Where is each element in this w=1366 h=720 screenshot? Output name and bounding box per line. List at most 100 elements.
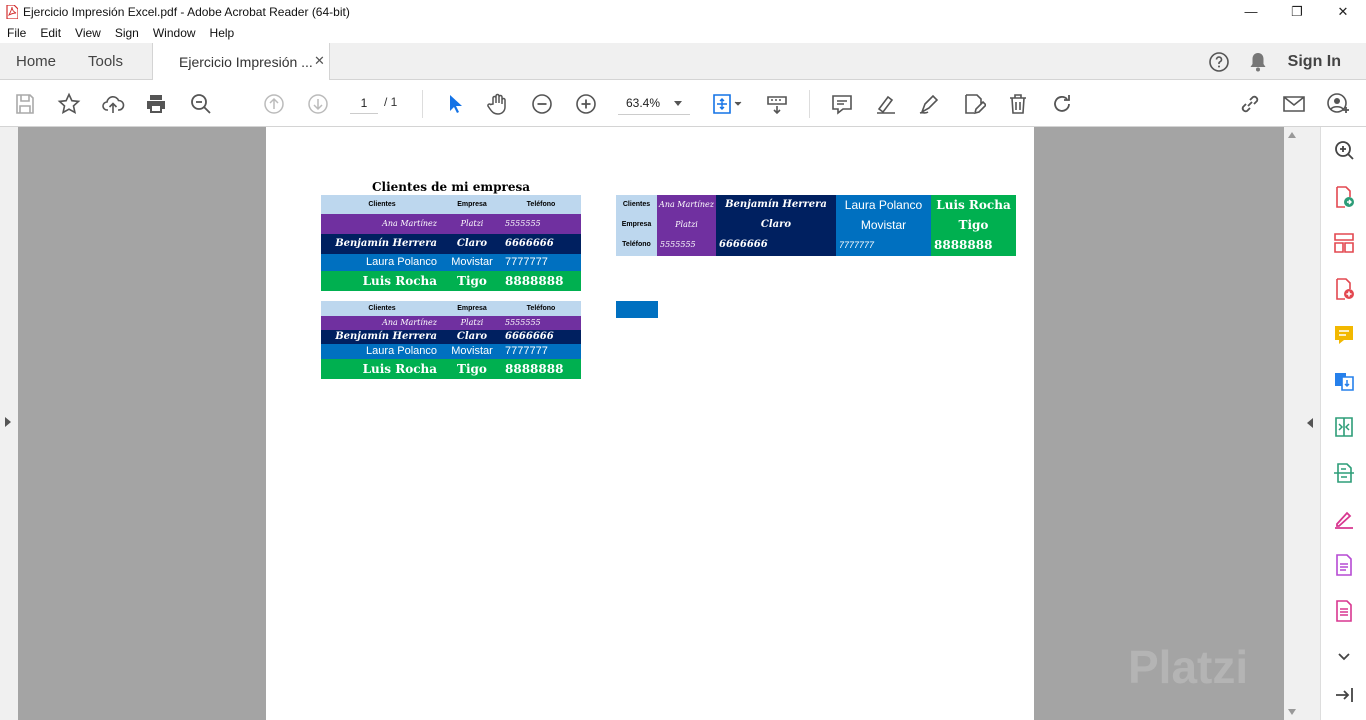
cell-telefono: 6666666 bbox=[505, 331, 554, 342]
cell-cliente: Laura Polanco bbox=[366, 256, 437, 268]
delete-trash-icon[interactable] bbox=[1005, 91, 1031, 117]
left-panel-toggle[interactable] bbox=[0, 127, 18, 720]
more-tools-chevron-icon[interactable] bbox=[1332, 645, 1356, 669]
close-tab-icon[interactable]: ✕ bbox=[314, 53, 325, 69]
print-icon[interactable] bbox=[143, 91, 169, 117]
compress-pdf-icon[interactable] bbox=[1332, 415, 1356, 439]
table-row: Ana Martínez Platzi 5555555 bbox=[321, 214, 581, 234]
fit-page-icon[interactable] bbox=[710, 91, 744, 117]
menu-view[interactable]: View bbox=[68, 26, 108, 40]
menu-file[interactable]: File bbox=[0, 26, 33, 40]
hand-tool-icon[interactable] bbox=[485, 91, 511, 117]
scroll-mode-icon[interactable] bbox=[764, 91, 790, 117]
share-link-icon[interactable] bbox=[1237, 91, 1263, 117]
scan-ocr-icon[interactable] bbox=[1332, 461, 1356, 485]
sign-in-button[interactable]: Sign In bbox=[1288, 53, 1341, 71]
page-number-input[interactable]: 1 bbox=[350, 94, 378, 114]
zoom-search-icon[interactable] bbox=[188, 91, 214, 117]
edit-text-icon[interactable] bbox=[961, 91, 987, 117]
tab-document[interactable]: Ejercicio Impresión ... ✕ bbox=[152, 43, 330, 81]
zoom-level-value: 63.4% bbox=[626, 96, 661, 110]
zoom-level-select[interactable]: 63.4% bbox=[618, 93, 690, 115]
fill-sign-icon[interactable] bbox=[1332, 507, 1356, 531]
client-table-1: Clientes Empresa Teléfono Ana Martínez P… bbox=[321, 195, 581, 291]
cell-cliente: Benjamín Herrera bbox=[725, 199, 827, 210]
header-empresa: Empresa bbox=[457, 305, 487, 312]
scroll-down-icon[interactable] bbox=[1288, 709, 1296, 715]
cell-cliente: Ana Martínez bbox=[382, 318, 437, 327]
cell-empresa: Movistar bbox=[860, 218, 907, 232]
collapse-right-icon bbox=[1307, 418, 1313, 428]
header-empresa: Empresa bbox=[457, 201, 487, 208]
blue-cell-block bbox=[616, 301, 658, 318]
table-row: Luis Rocha Tigo 8888888 bbox=[321, 271, 581, 291]
comment-tool-icon[interactable] bbox=[1332, 323, 1356, 347]
header-clientes: Clientes bbox=[622, 201, 651, 208]
table-row: Laura Polanco Movistar 7777777 bbox=[321, 344, 581, 359]
cell-empresa: Platzi bbox=[460, 219, 484, 228]
table-row: Luis Rocha Tigo 8888888 bbox=[321, 359, 581, 379]
cell-telefono: 8888888 bbox=[505, 274, 564, 288]
menu-window[interactable]: Window bbox=[146, 26, 203, 40]
zoom-out-icon[interactable] bbox=[529, 91, 555, 117]
platzi-watermark: Platzi bbox=[1128, 641, 1249, 693]
close-window-button[interactable]: ✕ bbox=[1320, 0, 1366, 23]
email-icon[interactable] bbox=[1281, 91, 1307, 117]
help-icon[interactable] bbox=[1208, 51, 1230, 73]
next-page-icon[interactable] bbox=[305, 91, 331, 117]
document-tool-icon[interactable] bbox=[1332, 553, 1356, 577]
upload-cloud-icon[interactable] bbox=[100, 91, 126, 117]
scroll-up-icon[interactable] bbox=[1288, 132, 1296, 138]
zoom-in-icon[interactable] bbox=[573, 91, 599, 117]
toolbar-divider bbox=[809, 90, 810, 118]
add-user-icon[interactable] bbox=[1325, 91, 1351, 117]
comment-icon[interactable] bbox=[829, 91, 855, 117]
menu-sign[interactable]: Sign bbox=[108, 26, 146, 40]
organize-pages-icon[interactable] bbox=[1332, 231, 1356, 255]
client-table-transposed: Clientes Empresa Teléfono Ana Martínez P… bbox=[616, 195, 1016, 256]
toolbar-divider bbox=[422, 90, 423, 118]
menu-bar: File Edit View Sign Window Help bbox=[0, 23, 1366, 43]
rotate-icon[interactable] bbox=[1049, 91, 1075, 117]
title-bar: Ejercicio Impresión Excel.pdf - Adobe Ac… bbox=[0, 0, 1366, 23]
cell-empresa: Platzi bbox=[460, 318, 484, 327]
create-pdf-icon[interactable] bbox=[1332, 277, 1356, 301]
table-row: Ana Martínez Platzi 5555555 bbox=[321, 316, 581, 330]
cell-empresa: Tigo bbox=[457, 274, 487, 288]
menu-help[interactable]: Help bbox=[203, 26, 242, 40]
right-panel-toggle[interactable] bbox=[1300, 127, 1320, 720]
window-title: Ejercicio Impresión Excel.pdf - Adobe Ac… bbox=[23, 4, 350, 19]
highlight-icon[interactable] bbox=[873, 91, 899, 117]
save-icon[interactable] bbox=[12, 91, 38, 117]
cell-cliente: Benjamín Herrera bbox=[335, 238, 437, 249]
tab-home[interactable]: Home bbox=[16, 43, 56, 80]
cell-telefono: 8888888 bbox=[934, 238, 993, 252]
form-tool-icon[interactable] bbox=[1332, 599, 1356, 623]
tools-pane bbox=[1320, 127, 1366, 720]
menu-edit[interactable]: Edit bbox=[33, 26, 68, 40]
search-zoom-icon[interactable] bbox=[1332, 138, 1356, 162]
select-cursor-icon[interactable] bbox=[442, 91, 468, 117]
bookmark-star-icon[interactable] bbox=[56, 91, 82, 117]
minimize-button[interactable]: — bbox=[1228, 0, 1274, 23]
previous-page-icon[interactable] bbox=[261, 91, 287, 117]
export-pdf-icon[interactable] bbox=[1332, 185, 1356, 209]
cell-cliente: Benjamín Herrera bbox=[335, 331, 437, 342]
header-telefono: Teléfono bbox=[622, 241, 651, 248]
tab-tools[interactable]: Tools bbox=[88, 43, 123, 80]
draw-pen-icon[interactable] bbox=[917, 91, 943, 117]
collapse-pane-icon[interactable] bbox=[1332, 683, 1356, 707]
table-column: Benjamín Herrera Claro 6666666 bbox=[716, 195, 836, 256]
export-file-icon[interactable] bbox=[1332, 369, 1356, 393]
cell-cliente: Laura Polanco bbox=[844, 198, 923, 212]
restore-button[interactable]: ❐ bbox=[1274, 0, 1320, 23]
notification-bell-icon[interactable] bbox=[1248, 51, 1268, 73]
vertical-scrollbar[interactable] bbox=[1284, 127, 1300, 720]
table-column: Laura Polanco Movistar 7777777 bbox=[836, 195, 931, 256]
cell-cliente: Laura Polanco bbox=[366, 345, 437, 357]
document-viewer[interactable]: Clientes de mi empresa Clientes Empresa … bbox=[0, 127, 1320, 720]
toolbar: 1 / 1 63.4% bbox=[0, 80, 1366, 127]
sheet-title: Clientes de mi empresa bbox=[372, 180, 530, 194]
cell-cliente: Luis Rocha bbox=[936, 198, 1011, 212]
table-header: Clientes Empresa Teléfono bbox=[321, 195, 581, 214]
